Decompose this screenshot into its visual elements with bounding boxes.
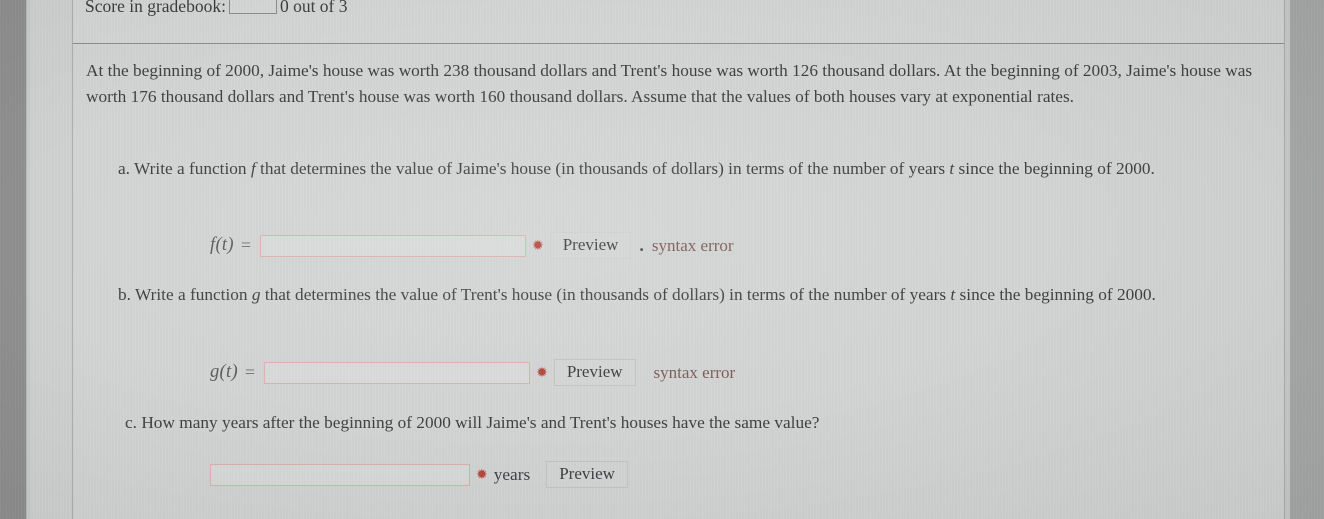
part-b-error-message: syntax error (653, 362, 736, 382)
part-b-equals-sign: = (244, 362, 256, 382)
part-a-prompt: a. Write a function f that determines th… (118, 156, 1268, 182)
part-a-text-3: since the beginning of 2000. (954, 159, 1155, 178)
part-c-text: How many years after the beginning of 20… (141, 413, 820, 432)
part-b-text-3: since the beginning of 2000. (955, 285, 1156, 304)
part-a-error-message: syntax error (651, 235, 734, 255)
part-b-preview-button[interactable]: Preview (553, 359, 636, 386)
part-c-preview-button[interactable]: Preview (546, 461, 628, 488)
part-a-answer-input[interactable] (259, 234, 526, 257)
score-bar: Score in gradebook: 0 out of 3 (73, 0, 1284, 44)
desktop-left-strip (0, 0, 26, 519)
score-in-gradebook: Score in gradebook: 0 out of 3 (85, 0, 348, 17)
part-a-preview-button[interactable]: Preview (549, 232, 632, 259)
part-a-function-label: f(t) (210, 235, 234, 255)
part-c-required-icon: ✹ (476, 466, 488, 483)
part-b-prompt: b. Write a function g that determines th… (118, 282, 1278, 308)
score-progress-box (228, 0, 277, 14)
part-c-unit-label: years (493, 464, 531, 484)
part-b-function-label: g(t) (210, 362, 238, 382)
score-value: 0 out of 3 (279, 0, 348, 16)
part-c-letter: c. (125, 413, 137, 432)
part-a-equals-sign: = (240, 235, 251, 255)
part-a-required-icon: ✹ (531, 237, 544, 254)
content-frame-right-border (1284, 0, 1285, 519)
problem-statement: At the beginning of 2000, Jaime's house … (86, 61, 1253, 106)
part-a-separator: . (639, 235, 644, 255)
part-b-letter: b. (118, 285, 131, 304)
part-b-required-icon: ✹ (536, 364, 548, 381)
page-edge-line-outer (26, 0, 27, 519)
part-c-answer-row: ✹ years Preview (210, 461, 628, 488)
part-c-prompt: c. How many years after the beginning of… (125, 410, 1225, 436)
score-divider (73, 43, 1284, 44)
part-c-answer-input[interactable] (210, 463, 470, 486)
part-a-answer-row: f(t) = ✹ Preview . syntax error (210, 232, 734, 259)
problem-content-area: Score in gradebook: 0 out of 3 At the beg… (73, 0, 1284, 519)
part-a-text-1: Write a function (134, 159, 251, 178)
part-b-variable-g: g (251, 285, 261, 304)
part-b-answer-input[interactable] (264, 361, 531, 384)
part-b-answer-row: g(t) = ✹ Preview syntax error (210, 359, 735, 386)
part-a-text-2: that determines the value of Jaime's hou… (255, 159, 950, 178)
score-label: Score in gradebook: (85, 0, 226, 16)
part-b-text-2: that determines the value of Trent's hou… (260, 285, 951, 304)
desktop-right-strip (1290, 0, 1324, 519)
part-b-text-1: Write a function (134, 285, 252, 304)
part-a-letter: a. (118, 159, 130, 178)
